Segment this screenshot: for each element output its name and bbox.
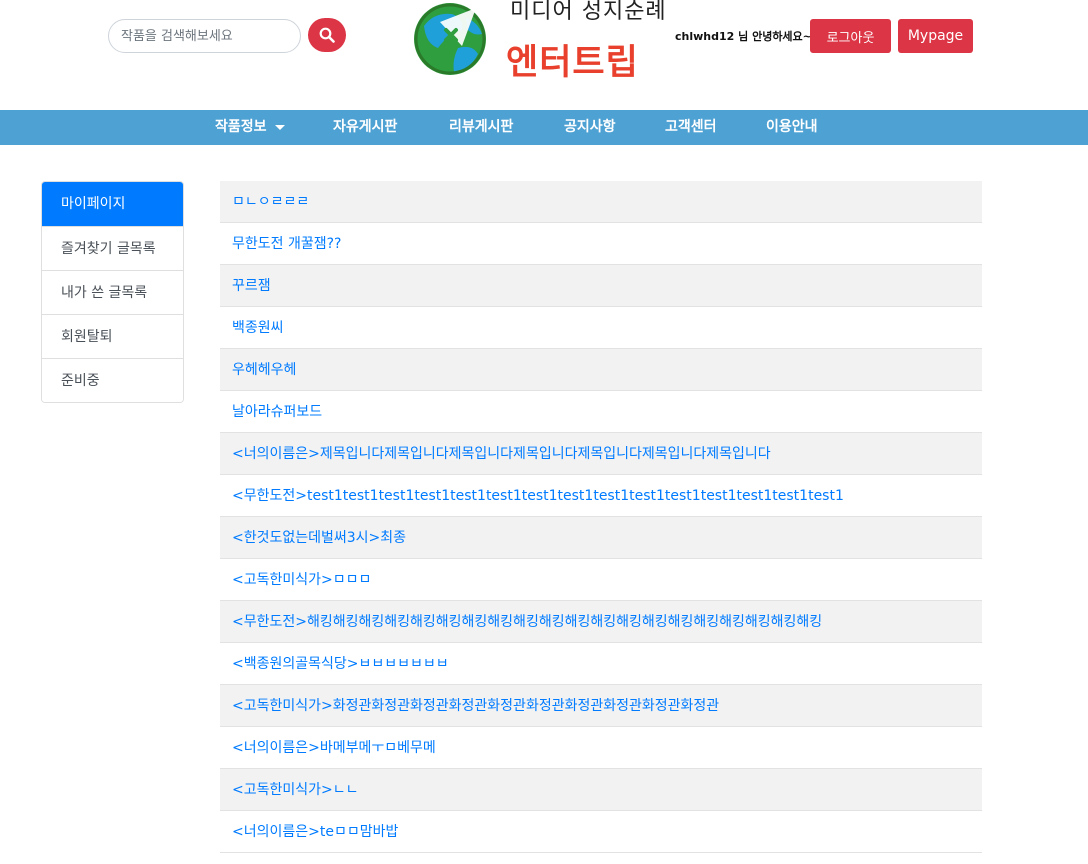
post-list: ㅁㄴㅇㄹㄹㄹ 무한도전 개꿀잼?? 꾸르잼 백종원씨 우헤헤우헤 날아라슈퍼보드…	[220, 181, 982, 853]
post-item[interactable]: <너의이름은>제목입니다제목입니다제목입니다제목입니다제목입니다제목입니다제목입…	[220, 433, 982, 475]
mypage-sidebar: 마이페이지 즐겨찾기 글목록 내가 쓴 글목록 회원탈퇴 준비중	[41, 181, 184, 403]
mypage-button[interactable]: Mypage	[898, 19, 973, 53]
search-button[interactable]	[308, 18, 346, 52]
post-item[interactable]: <무한도전>test1test1test1test1test1test1test…	[220, 475, 982, 517]
user-greeting: chlwhd12 님 안녕하세요~!	[675, 30, 817, 43]
nav-item-support[interactable]: 고객센터	[665, 110, 717, 145]
post-item[interactable]: 우헤헤우헤	[220, 349, 982, 391]
sidebar-item-withdraw[interactable]: 회원탈퇴	[42, 314, 183, 358]
post-item[interactable]: <고독한미식가>화정관화정관화정관화정관화정관화정관화정관화정관화정관화정관	[220, 685, 982, 727]
post-item[interactable]: <고독한미식가>ㅁㅁㅁ	[220, 559, 982, 601]
post-item[interactable]: 백종원씨	[220, 307, 982, 349]
search-icon	[319, 27, 335, 43]
post-item[interactable]: ㅁㄴㅇㄹㄹㄹ	[220, 181, 982, 223]
nav-item-free-board[interactable]: 자유게시판	[333, 110, 397, 145]
sidebar-item-my-posts[interactable]: 내가 쓴 글목록	[42, 270, 183, 314]
nav-item-label: 작품정보	[215, 119, 267, 135]
sidebar-item-coming-soon[interactable]: 준비중	[42, 358, 183, 402]
post-item[interactable]: <고독한미식가>ㄴㄴ	[220, 769, 982, 811]
logo-globe-icon	[414, 3, 486, 75]
main-nav: 작품정보 자유게시판 리뷰게시판 공지사항 고객센터 이용안내	[0, 110, 1088, 145]
post-item[interactable]: <너의이름은>teㅁㅁ맘바밥	[220, 811, 982, 853]
post-item[interactable]: 무한도전 개꿀잼??	[220, 223, 982, 265]
search-input[interactable]	[109, 20, 300, 52]
sidebar-item-favorites[interactable]: 즐겨찾기 글목록	[42, 226, 183, 270]
header: 미디어 성지순례 엔터트립 chlwhd12 님 안녕하세요~! 로그아웃 My…	[0, 0, 1088, 110]
post-item[interactable]: 날아라슈퍼보드	[220, 391, 982, 433]
nav-item-guide[interactable]: 이용안내	[766, 110, 818, 145]
post-item[interactable]: <백종원의골목식당>ㅂㅂㅂㅂㅂㅂㅂ	[220, 643, 982, 685]
logout-button[interactable]: 로그아웃	[810, 19, 891, 53]
search-box[interactable]	[108, 19, 301, 53]
logo-subtitle: 미디어 성지순례	[510, 0, 667, 24]
post-item[interactable]: <무한도전>해킹해킹해킹해킹해킹해킹해킹해킹해킹해킹해킹해킹해킹해킹해킹해킹해킹…	[220, 601, 982, 643]
sidebar-item-mypage[interactable]: 마이페이지	[42, 182, 183, 226]
post-item[interactable]: 꾸르잼	[220, 265, 982, 307]
caret-down-icon	[274, 124, 285, 130]
logo-title: 엔터트립	[506, 43, 639, 83]
post-item[interactable]: <한것도없는데벌써3시>최종	[220, 517, 982, 559]
site-logo[interactable]: 미디어 성지순례 엔터트립	[408, 0, 673, 83]
nav-item-notice[interactable]: 공지사항	[564, 110, 616, 145]
post-item[interactable]: <너의이름은>바메부메ㅜㅁ베무메	[220, 727, 982, 769]
nav-item-review-board[interactable]: 리뷰게시판	[449, 110, 513, 145]
nav-item-works[interactable]: 작품정보	[215, 110, 285, 145]
